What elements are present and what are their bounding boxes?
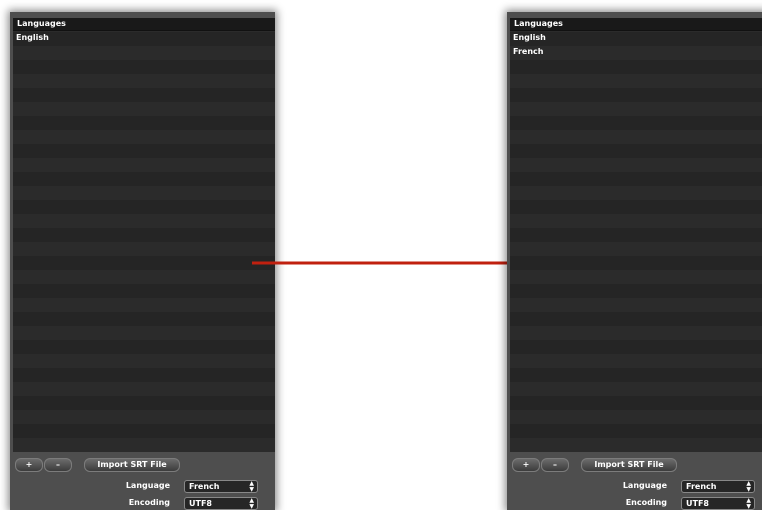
list-item[interactable]: English — [510, 31, 762, 45]
up-down-chevron-icon: ▲ ▼ — [249, 480, 254, 493]
languages-list-header: Languages — [510, 18, 762, 31]
add-language-button[interactable]: + — [512, 458, 540, 472]
languages-list[interactable]: Languages English — [13, 18, 275, 452]
import-srt-file-button[interactable]: Import SRT File — [581, 458, 677, 472]
language-label: Language — [622, 481, 667, 490]
language-select-value: French — [686, 482, 717, 491]
list-item[interactable]: French — [510, 45, 762, 59]
list-item[interactable]: English — [13, 31, 275, 45]
languages-list[interactable]: Languages English French — [510, 18, 762, 452]
encoding-select-value: UTF8 — [686, 499, 709, 508]
languages-list-header: Languages — [13, 18, 275, 31]
remove-language-button[interactable]: – — [44, 458, 72, 472]
up-down-chevron-icon: ▲ ▼ — [249, 497, 254, 510]
remove-language-button[interactable]: – — [541, 458, 569, 472]
encoding-label: Encoding — [128, 498, 170, 507]
up-down-chevron-icon: ▲ ▼ — [746, 497, 751, 510]
panel-controls: + – Import SRT File Language French ▲ ▼ E… — [507, 453, 762, 510]
encoding-select[interactable]: UTF8 ▲ ▼ — [184, 497, 258, 510]
language-label: Language — [125, 481, 170, 490]
language-select[interactable]: French ▲ ▼ — [184, 480, 258, 493]
import-srt-file-button[interactable]: Import SRT File — [84, 458, 180, 472]
language-select[interactable]: French ▲ ▼ — [681, 480, 755, 493]
language-select-value: French — [189, 482, 220, 491]
subtitle-panel-before: Languages English + – Import SRT File La… — [10, 12, 275, 510]
encoding-select-value: UTF8 — [189, 499, 212, 508]
encoding-select[interactable]: UTF8 ▲ ▼ — [681, 497, 755, 510]
panel-controls: + – Import SRT File Language French ▲ ▼ E… — [10, 453, 275, 510]
right-arrow-icon — [252, 253, 540, 273]
up-down-chevron-icon: ▲ ▼ — [746, 480, 751, 493]
add-language-button[interactable]: + — [15, 458, 43, 472]
encoding-label: Encoding — [625, 498, 667, 507]
subtitle-panel-after: Languages English French + – Import SRT … — [507, 12, 762, 510]
